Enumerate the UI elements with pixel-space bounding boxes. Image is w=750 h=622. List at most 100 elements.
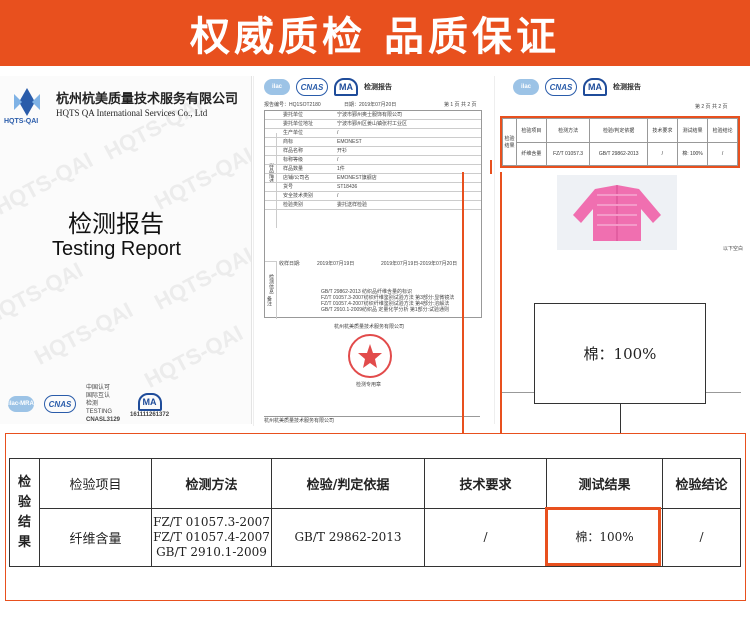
info-row: 检验类别 委托送样检验 <box>265 201 481 210</box>
seal-caption: 检测专用章 <box>356 382 382 388</box>
page-logos: ilac CNAS MA 检测报告 <box>513 78 641 96</box>
company-name-en: HQTS QA International Services Co., Ltd <box>56 108 208 118</box>
report-date: 日期：2019年07月20日 <box>344 102 397 108</box>
ilac-mra-logo: ilac <box>264 79 290 95</box>
header-method: 检测方法 <box>151 458 272 509</box>
cell-conclusion: / <box>662 508 741 567</box>
report-page-1: ilac CNAS MA 检测报告 报告编号：HQ1SOT2180 日期：201… <box>253 76 489 426</box>
received-date: 2019年07月19日 <box>317 261 355 267</box>
info-row: 货号 ST18436 <box>265 183 481 192</box>
page-number: 第 2 页 共 2 页 <box>695 104 728 110</box>
cell-methods: FZ/T 01057.3-2007 FZ/T 01057.4-2007 GB/T… <box>151 508 272 567</box>
info-value: 委托送样检验 <box>337 202 368 208</box>
info-label: 生产单位 <box>283 130 304 136</box>
cnas-caption: 中国认可 国际互认 检测 TESTING CNASL3129 <box>86 385 121 423</box>
info-value: 1件 <box>337 166 345 172</box>
ma-logo: MA <box>334 78 358 96</box>
info-row: 标称等级 / <box>265 156 481 165</box>
ilac-mra-logo: ilac <box>513 79 539 95</box>
logo-caption: HQTS-QAI <box>4 118 39 125</box>
info-label: 样品名称 <box>283 148 304 154</box>
sample-info-table: 样品描述 检测信息 委托单位 宁波市鄞州奥士服饰有限公司 委托单位地址 宁波市鄞州区姜… <box>264 110 482 319</box>
header-banner: 权威质检 品质保证 <box>0 0 750 66</box>
test-period: 2019年07月19日-2019年07月20日 <box>381 261 458 267</box>
info-value: ST18436 <box>337 184 358 190</box>
blank-note: 以下空白 <box>723 246 744 252</box>
watermark: HQTS-QAI <box>140 320 247 393</box>
page-number: 第 1 页 共 2 页 <box>444 102 477 108</box>
header-basis: 检验/判定依据 <box>271 458 425 509</box>
cnas-logo: CNAS <box>44 395 76 413</box>
connector-line <box>462 172 464 434</box>
report-title-cn: 检测报告 <box>68 210 164 238</box>
info-label: 货号 <box>283 184 294 190</box>
info-label: 商标 <box>283 139 294 145</box>
info-value: 宁波市鄞州奥士服饰有限公司 <box>337 112 403 118</box>
report-cover-page: HQTS-QAI HQTS-QAI HQTS-QAI HQTS-QAI HQTS… <box>0 76 252 424</box>
side-label-test: 检测信息 <box>265 261 277 319</box>
ilac-mra-logo: ilac-MRA <box>8 396 34 412</box>
result-callout: 棉：100% <box>534 303 706 404</box>
report-number: 报告编号：HQ1SOT2180 <box>264 102 321 108</box>
info-row: 委托单位地址 宁波市鄞州区姜山镇张村工业区 <box>265 120 481 129</box>
test-basis: GB/T 29862-2013 纺织品纤维含量的标识 FZ/T 01057.3-… <box>321 289 455 313</box>
header-result: 测试结果 <box>546 458 663 509</box>
callout-text: 棉：100% <box>583 345 657 363</box>
sample-photo <box>557 175 677 250</box>
page-footer: 杭州杭美质量技术服务有限公司 <box>264 418 335 424</box>
info-label: 标称等级 <box>283 157 304 163</box>
info-value: / <box>337 157 339 163</box>
banner-title: 权威质检 品质保证 <box>190 14 560 60</box>
footer-rule <box>264 416 480 417</box>
header-requirement: 技术要求 <box>424 458 547 509</box>
ma-logo: MA 161111261372 <box>130 390 169 419</box>
info-value: 宁波市鄞州区姜山镇张村工业区 <box>337 121 408 127</box>
info-row: 样品数量 1件 <box>265 165 481 174</box>
watermark: HQTS-QAI <box>150 142 252 215</box>
page-title: 检测报告 <box>364 83 392 91</box>
cell-basis: GB/T 29862-2013 <box>271 508 425 567</box>
report-title-en: Testing Report <box>52 238 181 260</box>
side-label: 检 验 结 果 <box>9 458 40 567</box>
info-label: 检验类别 <box>283 202 304 208</box>
header-conclusion: 检验结论 <box>662 458 741 509</box>
company-name-cn: 杭州杭美质量技术服务有限公司 <box>56 92 239 107</box>
info-value: EMONEST旗舰店 <box>337 175 377 181</box>
watermark: HQTS-QAI <box>30 297 137 370</box>
official-seal-icon <box>348 334 392 378</box>
info-row: 商标 EMONEST <box>265 138 481 147</box>
info-label: 委托单位 <box>283 112 304 118</box>
info-row: 委托单位 宁波市鄞州奥士服饰有限公司 <box>265 111 481 120</box>
sweater-image-icon <box>573 185 661 241</box>
page-logos: ilac CNAS MA 检测报告 <box>264 78 392 96</box>
accreditation-logos: ilac-MRA CNAS 中国认可 国际互认 检测 TESTING CNASL… <box>8 384 169 424</box>
received-label: 收样日期: <box>279 261 301 267</box>
info-value: EMONEST <box>337 139 362 145</box>
cnas-logo: CNAS <box>296 78 328 96</box>
header-item: 检验项目 <box>39 458 152 509</box>
info-row: 样品名称 开衫 <box>265 147 481 156</box>
result-highlight <box>545 507 661 566</box>
info-label: 安全技术类别 <box>283 193 314 199</box>
page-title: 检测报告 <box>613 83 641 91</box>
remark-label: 备注 <box>266 296 272 306</box>
cnas-logo: CNAS <box>545 78 577 96</box>
connector-line <box>500 172 502 434</box>
info-value: 开衫 <box>337 148 348 154</box>
info-label: 样品数量 <box>283 166 304 172</box>
hqts-logo-icon <box>14 88 40 116</box>
cell-item: 纤维含量 <box>39 508 152 567</box>
connector-line <box>490 160 492 174</box>
side-label: 检验结果 <box>502 118 517 166</box>
seal-company: 杭州杭美质量技术服务有限公司 <box>334 324 405 330</box>
watermark: HQTS-QAI <box>0 257 87 330</box>
info-row: 安全技术类别 / <box>265 192 481 201</box>
info-label: 委托单位地址 <box>283 121 314 127</box>
info-value: / <box>337 193 339 199</box>
info-value: / <box>337 130 339 136</box>
info-row: 生产单位 / <box>265 129 481 138</box>
info-label: 店铺/公司名 <box>283 175 310 181</box>
results-table-small: 检验结果 检验项目 检测方法 检验/判定依据 技术要求 测试结果 检验结论 纤维含量 FZ… <box>500 116 740 168</box>
cell-requirement: / <box>424 508 547 567</box>
info-row: 店铺/公司名 EMONEST旗舰店 <box>265 174 481 183</box>
